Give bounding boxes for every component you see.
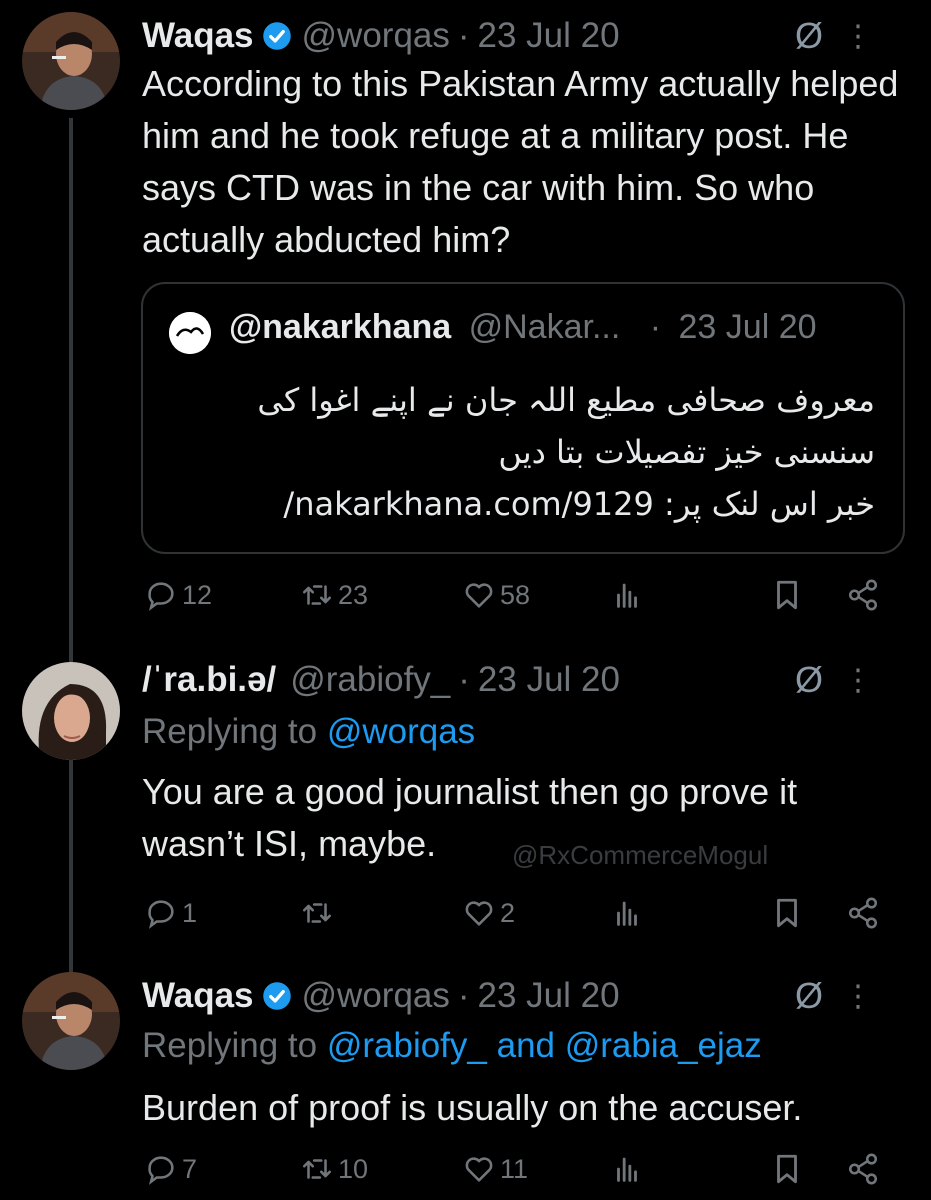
retweet-button[interactable]: 10 <box>300 1152 368 1186</box>
avatar-rabiofy[interactable] <box>22 662 120 760</box>
quoted-text: معروف صحافی مطیع اللہ جان نے اپنے اغوا ک… <box>183 374 875 530</box>
quoted-separator-dot: · <box>649 308 662 346</box>
user-handle[interactable]: @worqas <box>302 976 450 1016</box>
tweet-header: /ˈra.bi.ə/ @rabiofy_ · 23 Jul 20 Ø ⋮ <box>142 658 911 702</box>
tweet-3[interactable]: Waqas @worqas · 23 Jul 20 Ø ⋮ Replying t… <box>0 960 931 1200</box>
tweet-header: Waqas @worqas · 23 Jul 20 Ø ⋮ <box>142 974 911 1018</box>
retweet-icon <box>302 1159 332 1179</box>
tweet-actions: 12 23 58 <box>142 578 902 622</box>
user-handle[interactable]: @rabiofy_ <box>290 660 450 700</box>
retweet-button[interactable] <box>300 896 338 930</box>
bookmark-button[interactable] <box>770 896 808 930</box>
views-button[interactable] <box>610 578 648 612</box>
replying-to-mention[interactable]: @worqas <box>327 712 475 751</box>
quoted-tweet[interactable]: @nakarkhana @Nakar... · 23 Jul 20 معروف … <box>141 282 905 554</box>
quoted-avatar-icon <box>169 312 211 354</box>
tweet-actions: 1 2 <box>142 896 902 940</box>
retweet-count: 10 <box>338 1153 369 1184</box>
quoted-header: @nakarkhana @Nakar... · 23 Jul 20 <box>229 308 817 347</box>
share-button[interactable] <box>846 896 884 930</box>
share-button[interactable] <box>846 578 884 612</box>
heart-icon <box>465 1157 493 1182</box>
tweet-text: Burden of proof is usually on the accuse… <box>142 1087 803 1128</box>
bookmark-button[interactable] <box>770 1152 808 1186</box>
like-button[interactable]: 58 <box>462 578 530 612</box>
reply-button[interactable]: 1 <box>144 896 197 930</box>
separator-dot: · <box>458 660 470 699</box>
bookmark-icon <box>777 580 797 610</box>
avatar-waqas[interactable] <box>22 12 120 110</box>
quoted-date: 23 Jul 20 <box>678 308 817 346</box>
retweet-icon <box>302 585 332 605</box>
grok-icon[interactable]: Ø <box>795 15 823 57</box>
tweet-1[interactable]: Waqas @worqas · 23 Jul 20 Ø ⋮ According … <box>0 0 931 640</box>
reply-icon <box>148 582 174 611</box>
tweet-header: Waqas @worqas · 23 Jul 20 Ø ⋮ <box>142 14 911 58</box>
analytics-icon <box>617 583 637 608</box>
reply-count: 7 <box>182 1153 198 1184</box>
reply-count: 12 <box>182 579 213 610</box>
bookmark-button[interactable] <box>770 578 808 612</box>
quoted-handle[interactable]: @Nakar... <box>469 308 621 346</box>
reply-button[interactable]: 12 <box>144 578 212 612</box>
bookmark-icon <box>777 898 797 928</box>
reply-button[interactable]: 7 <box>144 1152 197 1186</box>
heart-icon <box>465 583 493 608</box>
bookmark-icon <box>777 1154 797 1184</box>
replying-to: Replying to @worqas <box>142 712 475 752</box>
share-icon <box>848 1153 878 1185</box>
grok-icon[interactable]: Ø <box>795 659 823 701</box>
retweet-button[interactable]: 23 <box>300 578 368 612</box>
like-button[interactable]: 2 <box>462 896 515 930</box>
quoted-display-name[interactable]: @nakarkhana <box>229 308 451 346</box>
grok-icon[interactable]: Ø <box>795 975 823 1017</box>
analytics-icon <box>617 1157 637 1182</box>
display-name[interactable]: /ˈra.bi.ə/ <box>142 660 276 700</box>
quoted-text-line-3[interactable]: خبر اس لنک پر: nakarkhana.com/9129/ <box>183 478 875 530</box>
retweet-count: 23 <box>338 579 369 610</box>
display-name[interactable]: Waqas <box>142 976 254 1016</box>
tweet-2[interactable]: /ˈra.bi.ə/ @rabiofy_ · 23 Jul 20 Ø ⋮ Rep… <box>0 640 931 960</box>
separator-dot: · <box>457 976 470 1015</box>
replying-to-mention[interactable]: @rabiofy_ and @rabia_ejaz <box>327 1026 762 1065</box>
like-count: 58 <box>500 579 531 610</box>
share-button[interactable] <box>846 1152 884 1186</box>
replying-to: Replying to @rabiofy_ and @rabia_ejaz <box>142 1026 762 1066</box>
tweet-date[interactable]: 23 Jul 20 <box>478 16 620 56</box>
like-button[interactable]: 11 <box>462 1152 528 1186</box>
verified-badge-icon <box>262 22 291 50</box>
analytics-icon <box>617 901 637 926</box>
views-button[interactable] <box>610 896 648 930</box>
tweet-date[interactable]: 23 Jul 20 <box>478 660 620 700</box>
like-count: 2 <box>500 897 516 928</box>
replying-to-label: Replying to <box>142 712 327 751</box>
views-button[interactable] <box>610 1152 648 1186</box>
user-handle[interactable]: @worqas <box>302 16 450 56</box>
tweet-date[interactable]: 23 Jul 20 <box>478 976 620 1016</box>
share-icon <box>848 579 878 611</box>
heart-icon <box>465 901 493 926</box>
reply-icon <box>148 1156 174 1185</box>
tweet-text: According to this Pakistan Army actually… <box>142 63 899 260</box>
reply-icon <box>148 900 174 929</box>
quoted-text-line-1: معروف صحافی مطیع اللہ جان نے اپنے اغوا ک… <box>257 381 875 419</box>
display-name[interactable]: Waqas <box>142 16 254 56</box>
reply-count: 1 <box>182 897 198 928</box>
share-icon <box>848 897 878 929</box>
retweet-icon <box>302 903 332 923</box>
quoted-text-line-2: سنسنی خیز تفصیلات بتا دیں <box>498 433 875 471</box>
tweet-actions: 7 10 11 <box>142 1152 902 1196</box>
avatar-waqas[interactable] <box>22 972 120 1070</box>
like-count: 11 <box>500 1153 529 1184</box>
watermark: @RxCommerceMogul <box>512 840 769 870</box>
more-options-icon[interactable]: ⋮ <box>843 19 873 54</box>
more-options-icon[interactable]: ⋮ <box>843 979 873 1014</box>
replying-to-label: Replying to <box>142 1026 327 1065</box>
verified-badge-icon <box>262 982 291 1010</box>
more-options-icon[interactable]: ⋮ <box>843 663 873 698</box>
separator-dot: · <box>457 16 470 55</box>
